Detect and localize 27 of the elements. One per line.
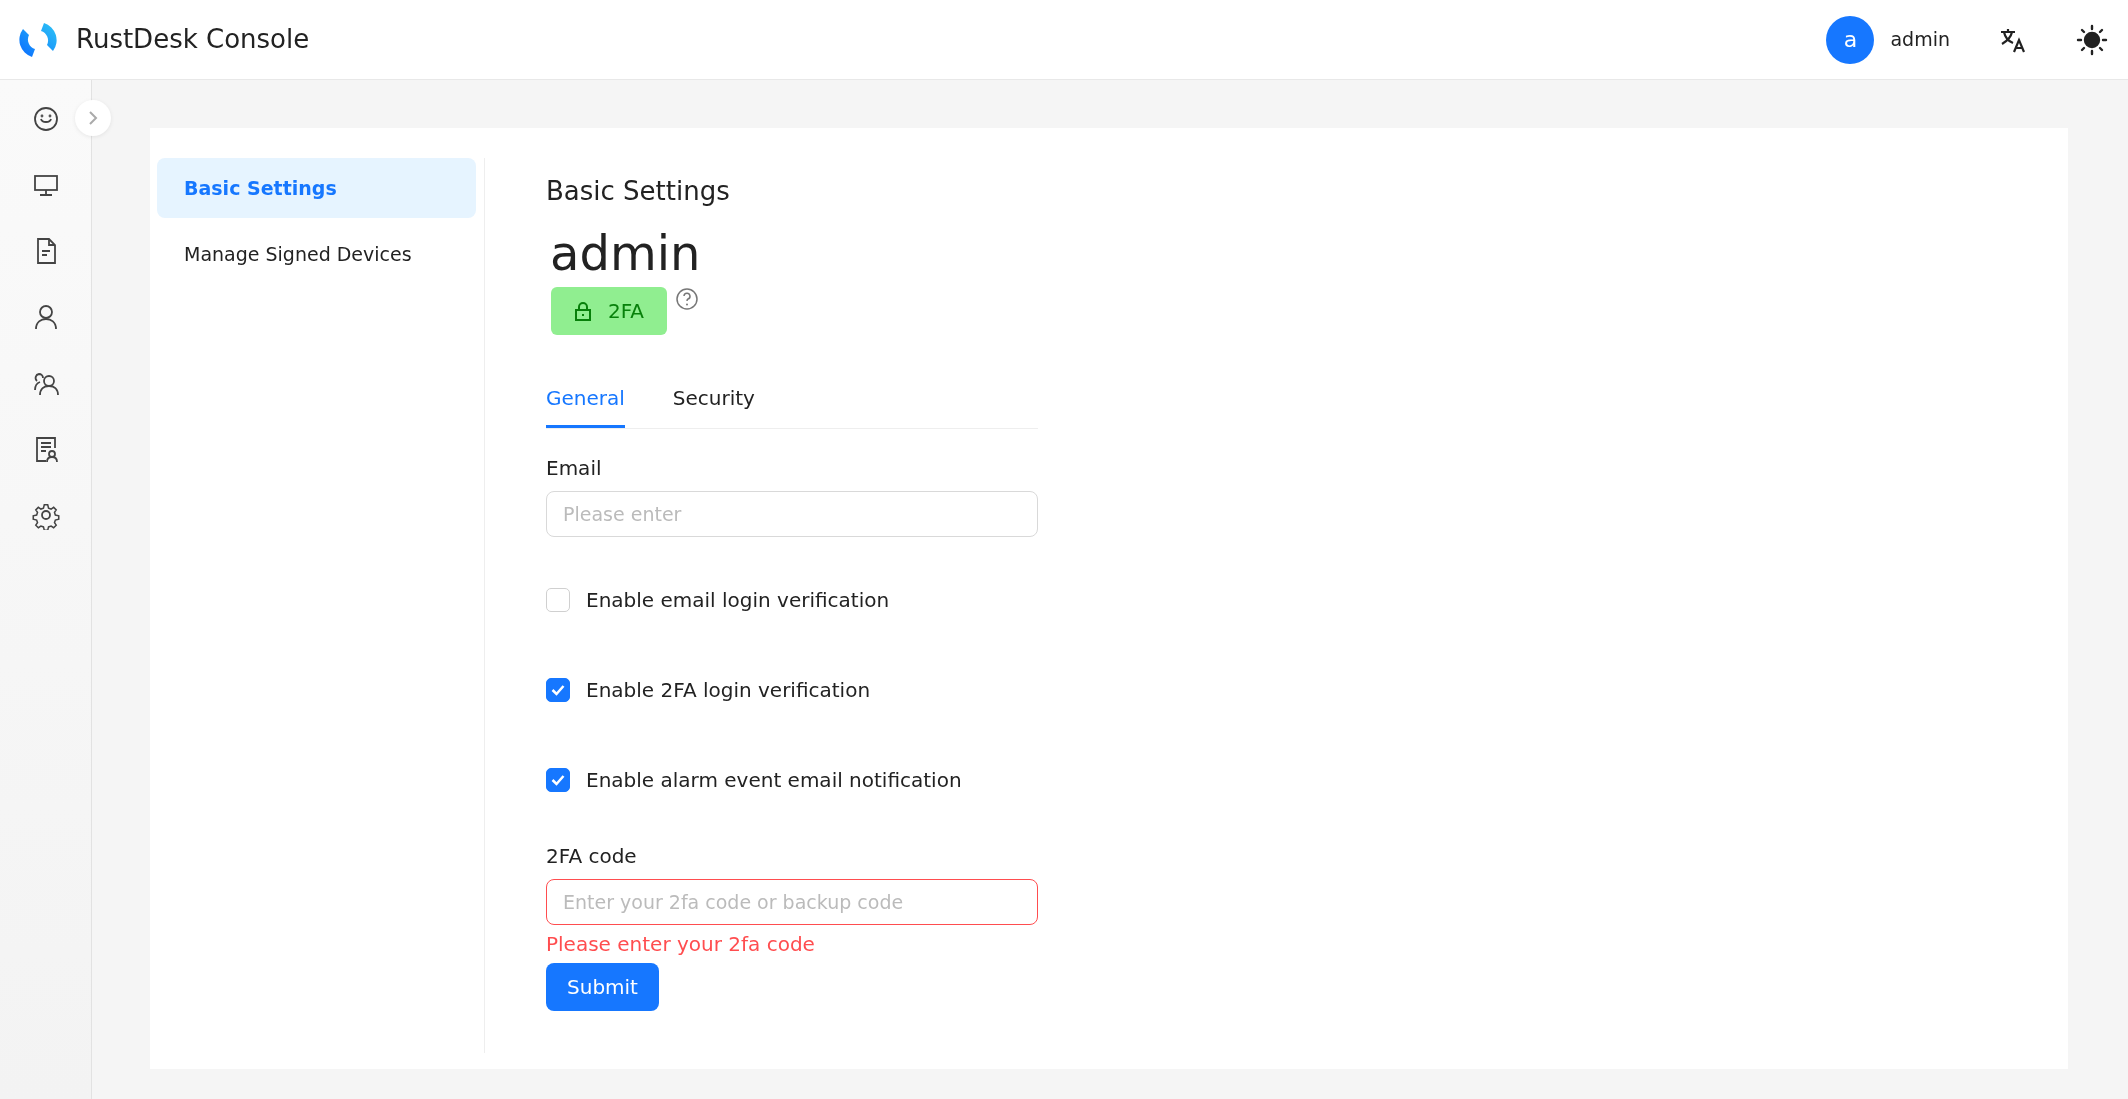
field-label: 2FA code xyxy=(546,842,638,870)
code-field[interactable]: Enter your 2fa code or backup code xyxy=(546,878,1038,925)
submit-button[interactable]: Submit xyxy=(546,962,659,1011)
username[interactable]: admin xyxy=(1890,25,1950,54)
checkmark-icon xyxy=(551,683,565,696)
app-title: RustDesk Console xyxy=(76,23,310,56)
help-icon[interactable] xyxy=(675,286,699,311)
user-avatar[interactable]: a xyxy=(1826,15,1875,64)
sun-icon[interactable] xyxy=(2076,23,2108,56)
page-heading: Basic Settings xyxy=(546,175,731,208)
field-label: Email xyxy=(546,454,603,482)
checkbox[interactable] xyxy=(546,767,570,792)
lock-icon xyxy=(573,300,592,321)
checkbox-label: Enable alarm event email notification xyxy=(586,766,962,794)
settings-menu-item[interactable]: Basic Settings xyxy=(157,158,476,218)
checkbox-label: Enable email login verification xyxy=(586,586,890,614)
chevron-icon xyxy=(87,110,99,126)
checkmark-icon xyxy=(551,773,565,786)
error-message: Please enter your 2fa code xyxy=(546,930,816,958)
checkbox[interactable] xyxy=(546,677,570,702)
two-factor-badge: 2FA xyxy=(551,286,667,335)
tab[interactable]: Security xyxy=(672,382,755,428)
profile-name: admin xyxy=(550,225,702,283)
email-field[interactable]: Please enter xyxy=(546,490,1038,537)
settings-menu-item[interactable]: Manage Signed Devices xyxy=(157,224,476,284)
checkbox-label: Enable 2FA login verification xyxy=(586,676,871,704)
tab[interactable]: General xyxy=(546,382,625,428)
